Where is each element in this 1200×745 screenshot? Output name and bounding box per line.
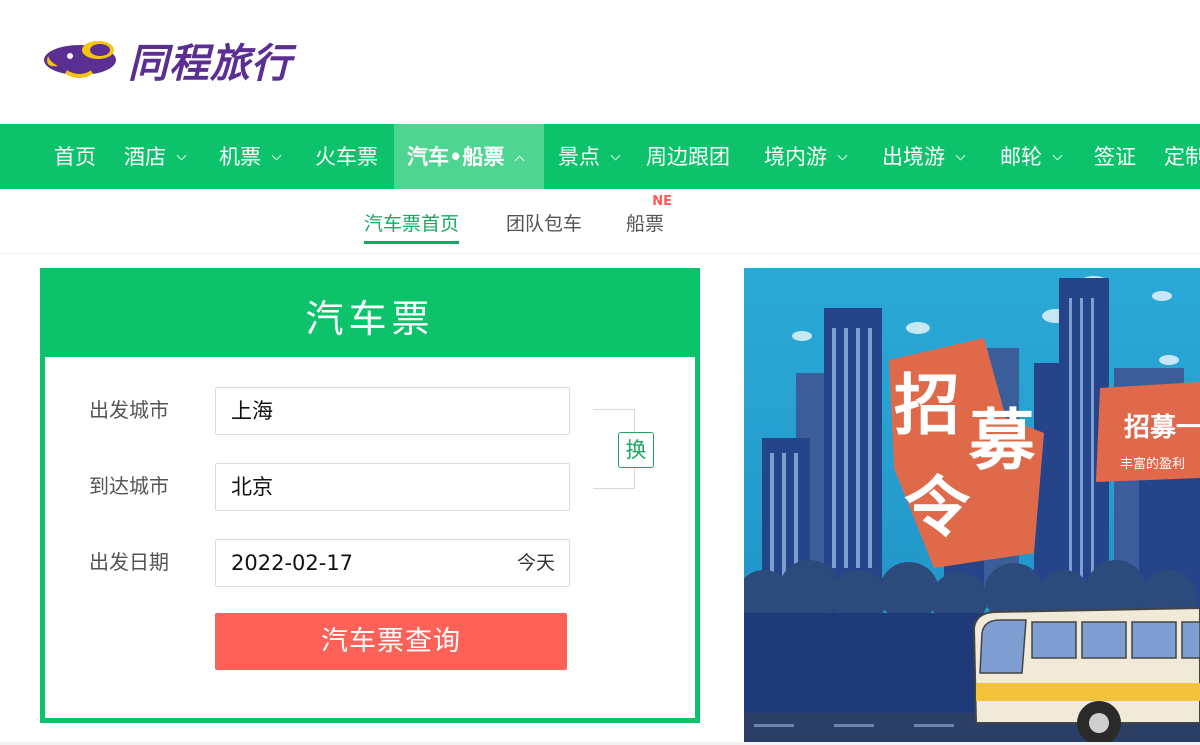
- banner-headline-char-3: 令: [904, 468, 971, 546]
- depart-date-value: 2022-02-17: [231, 551, 354, 575]
- nav-item-label: 定制: [1164, 145, 1200, 169]
- depart-city-value: 上海: [231, 399, 273, 423]
- nav-item-label: 邮轮: [1000, 145, 1042, 169]
- search-bus-tickets-button[interactable]: 汽车票查询: [215, 613, 567, 670]
- chevron-down-icon: [837, 150, 848, 161]
- nav-item-hotel[interactable]: 酒店: [124, 124, 187, 189]
- nav-item-bus-ferry[interactable]: 汽车•船票: [394, 124, 544, 189]
- nav-item-outbound[interactable]: 出境游: [882, 124, 966, 189]
- nav-item-flights[interactable]: 机票: [219, 124, 282, 189]
- brand-logo[interactable]: 同程旅行: [40, 34, 292, 87]
- nav-item-label: 周边跟团: [646, 145, 730, 169]
- nav-item-label: 境内游: [764, 145, 827, 169]
- subnav-ferry[interactable]: 船票 NE: [626, 194, 672, 241]
- depart-city-input[interactable]: 上海: [215, 387, 570, 435]
- new-badge: NE: [652, 194, 673, 209]
- arrive-city-input[interactable]: 北京: [215, 463, 570, 511]
- banner-headline-char-1: 招: [894, 366, 960, 444]
- swap-cities-button[interactable]: 换: [618, 432, 654, 468]
- brand-name: 同程旅行: [128, 41, 292, 87]
- chevron-up-icon: [514, 155, 525, 166]
- nav-item-custom[interactable]: 定制: [1164, 124, 1200, 189]
- banner-headline-char-2: 募: [968, 401, 1036, 479]
- banner-tag-subtitle: 丰富的盈利: [1120, 456, 1185, 472]
- subnav-group-charter[interactable]: 团队包车: [506, 209, 582, 241]
- bus-illustration: [972, 606, 1200, 743]
- search-card-title: 汽车票: [45, 273, 695, 357]
- chevron-down-icon: [271, 150, 282, 161]
- sub-nav: 汽车票首页 团队包车 船票 NE: [0, 189, 1200, 254]
- nav-item-visa[interactable]: 签证: [1094, 124, 1136, 189]
- nav-item-cruise[interactable]: 邮轮: [1000, 124, 1063, 189]
- recruitment-banner-illustration: 招 募 令 招募一 丰富的盈利: [744, 268, 1200, 743]
- chevron-down-icon: [176, 150, 187, 161]
- arrive-city-label: 到达城市: [89, 474, 169, 498]
- banner-tag-title: 招募一: [1124, 413, 1200, 443]
- nav-item-nearby-tours[interactable]: 周边跟团: [646, 124, 730, 189]
- nav-item-attractions[interactable]: 景点: [558, 124, 621, 189]
- nav-item-label: 签证: [1094, 145, 1136, 169]
- nav-item-domestic[interactable]: 境内游: [764, 124, 848, 189]
- site-header: 同程旅行: [0, 0, 1200, 124]
- arrive-city-value: 北京: [231, 475, 273, 499]
- subnav-label: 汽车票首页: [364, 213, 460, 235]
- brand-mascot-icon: [44, 41, 116, 78]
- today-hint: 今天: [516, 552, 555, 574]
- nav-item-label: 出境游: [882, 145, 945, 169]
- chevron-down-icon: [955, 150, 966, 161]
- subnav-bus-home[interactable]: 汽车票首页: [364, 209, 460, 244]
- depart-city-label: 出发城市: [89, 398, 169, 422]
- nav-item-label: 景点: [558, 145, 600, 169]
- nav-item-label: 酒店: [124, 145, 166, 169]
- bus-search-card: 汽车票 出发城市 上海 到达城市 北京 换 出发日期 2022-02-17 今天…: [40, 268, 700, 723]
- nav-item-label: 首页: [54, 145, 96, 169]
- chevron-down-icon: [610, 150, 621, 161]
- nav-item-train[interactable]: 火车票: [315, 124, 378, 189]
- depart-date-label: 出发日期: [89, 550, 169, 574]
- nav-item-label: 汽车•船票: [407, 145, 505, 169]
- promo-banner[interactable]: 招 募 令 招募一 丰富的盈利: [744, 268, 1200, 743]
- depart-date-input[interactable]: 2022-02-17 今天: [215, 539, 570, 587]
- nav-item-home[interactable]: 首页: [54, 124, 96, 189]
- nav-item-label: 火车票: [315, 145, 378, 169]
- subnav-label: 团队包车: [506, 213, 583, 235]
- nav-item-label: 机票: [219, 145, 261, 169]
- chevron-down-icon: [1052, 150, 1063, 161]
- main-nav: 首页 酒店 机票 火车票 汽车•船票 景点 周边跟团 境内游 出境游 邮轮 签证…: [0, 124, 1200, 189]
- subnav-label: 船票: [626, 213, 665, 235]
